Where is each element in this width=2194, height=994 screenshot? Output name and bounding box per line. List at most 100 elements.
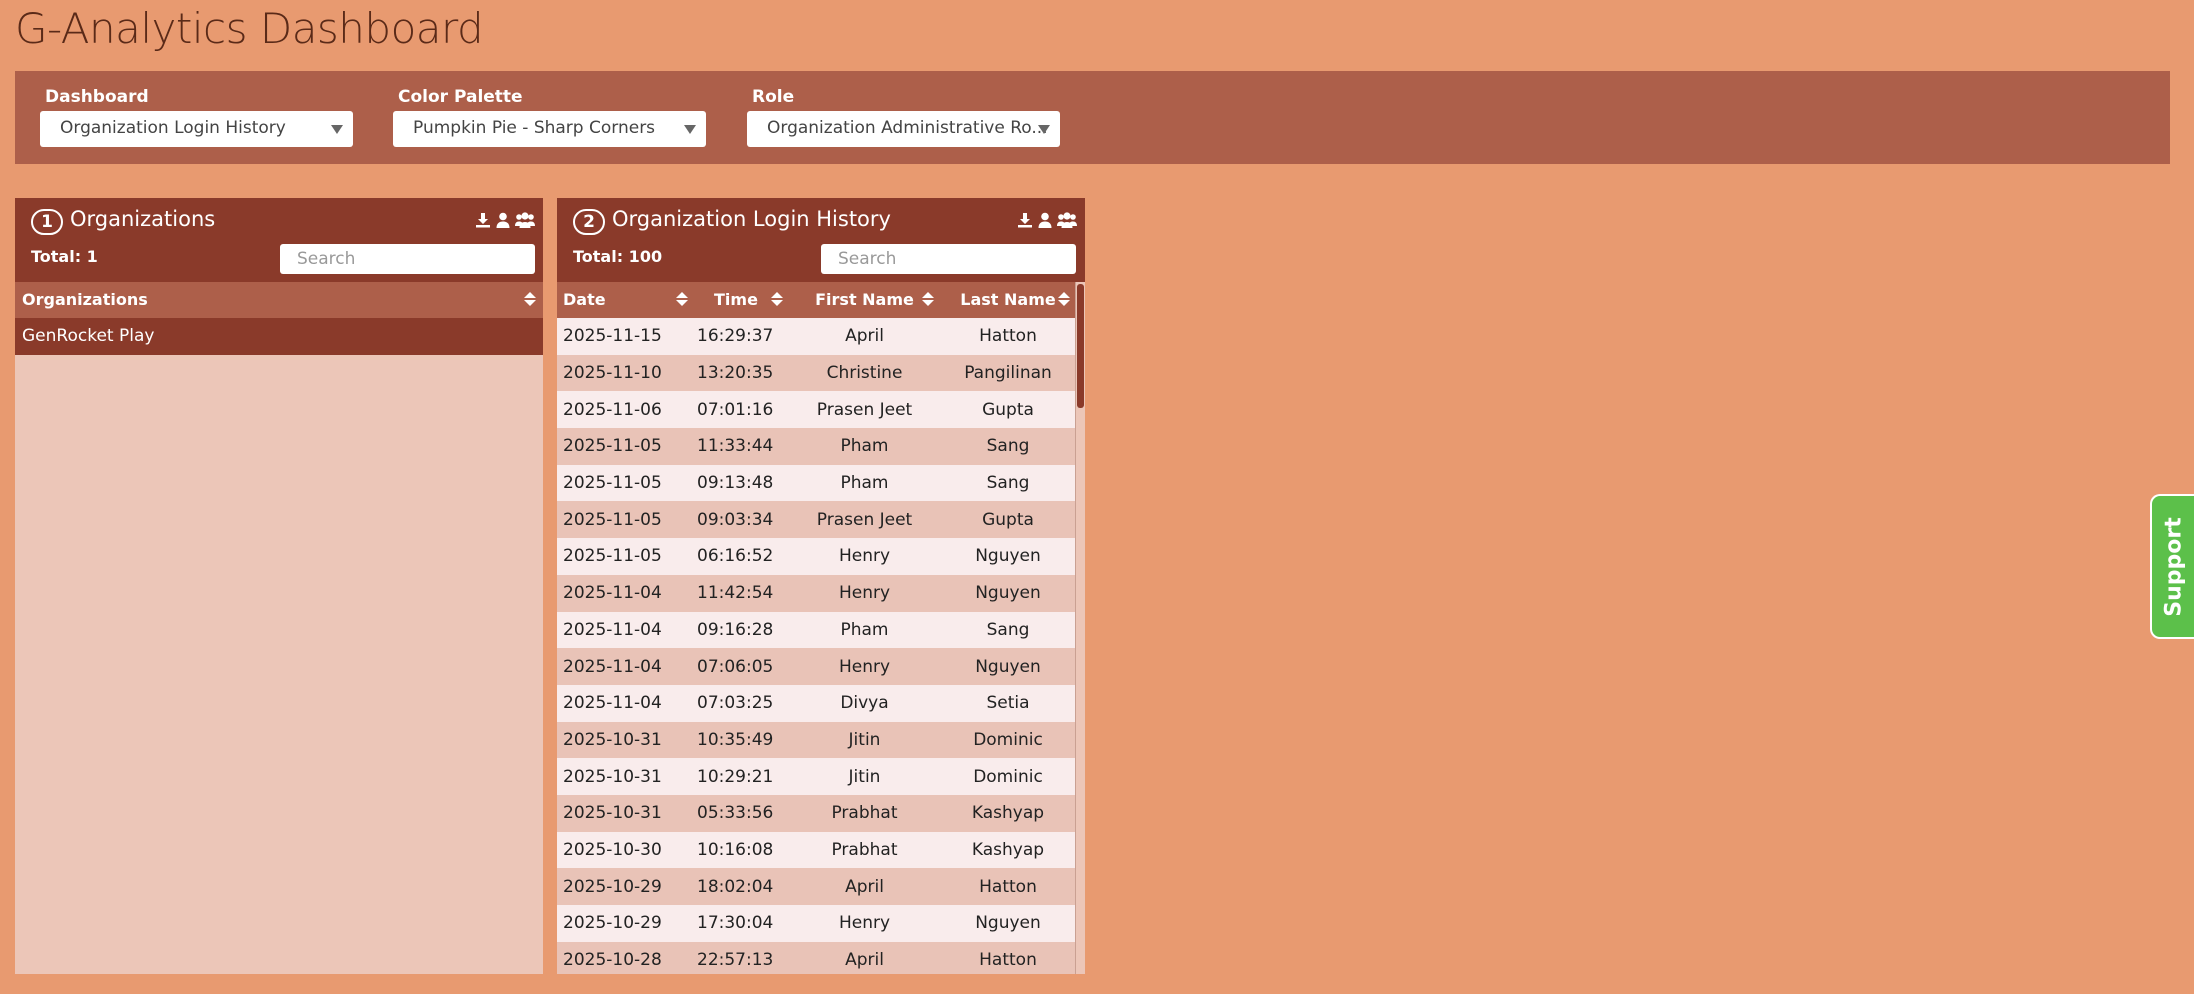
- last-name-cell: Sang: [986, 619, 1030, 640]
- search-input[interactable]: [821, 244, 1076, 274]
- date-cell: 2025-10-29: [563, 876, 662, 897]
- dropdown-arrow-icon: [331, 125, 343, 134]
- login-history-table: Date Time First Name Last Name 2025-11-1…: [557, 282, 1085, 974]
- first-name-cell: April: [845, 876, 884, 897]
- first-name-cell: Pham: [840, 619, 889, 640]
- table-row[interactable]: 2025-11-15 16:29:37 April Hatton: [557, 318, 1076, 355]
- first-name-cell: Pham: [840, 473, 889, 494]
- time-cell: 22:57:13: [697, 950, 774, 971]
- first-name-cell: Henry: [838, 583, 891, 604]
- time-cell: 05:33:56: [697, 803, 774, 824]
- first-name-cell: Christine: [826, 363, 903, 384]
- time-cell: 10:16:08: [697, 839, 774, 860]
- table-row[interactable]: 2025-11-06 07:01:16 Prasen Jeet Gupta: [557, 391, 1076, 429]
- date-cell: 2025-10-31: [563, 766, 662, 787]
- last-name-cell: Kashyap: [971, 839, 1045, 860]
- panel-total: Total: 1: [31, 247, 98, 266]
- date-cell: 2025-11-10: [563, 363, 662, 384]
- table-row[interactable]: 2025-10-30 10:16:08 Prabhat Kashyap: [557, 831, 1076, 869]
- column-header-label: Time: [714, 290, 758, 309]
- panel-number-badge: 2: [573, 209, 605, 235]
- table-body: 2025-11-15 16:29:37 April Hatton 2025-11-10 1…: [557, 318, 1085, 974]
- table-row[interactable]: 2025-11-05 11:33:44 Pham Sang: [557, 428, 1076, 465]
- column-header-organizations[interactable]: Organizations: [15, 282, 543, 318]
- last-name-cell: Dominic: [973, 766, 1043, 787]
- column-header-last-name[interactable]: Last Name: [940, 282, 1076, 318]
- last-name-cell: Gupta: [982, 509, 1034, 530]
- table-row[interactable]: 2025-11-05 09:13:48 Pham Sang: [557, 464, 1076, 502]
- time-cell: 07:06:05: [697, 656, 774, 677]
- time-cell: 09:13:48: [697, 473, 774, 494]
- app-title: G-Analytics Dashboard: [15, 4, 484, 53]
- sort-icon: [676, 292, 688, 306]
- date-cell: 2025-10-28: [563, 950, 662, 971]
- column-header-date[interactable]: Date: [557, 282, 694, 318]
- table-row[interactable]: 2025-10-28 22:57:13 April Hatton: [557, 941, 1076, 974]
- table-row[interactable]: 2025-10-29 18:02:04 April Hatton: [557, 868, 1076, 905]
- first-name-cell: Henry: [838, 913, 891, 934]
- table-row[interactable]: 2025-10-31 05:33:56 Prabhat Kashyap: [557, 794, 1076, 832]
- list-item[interactable]: GenRocket Play: [15, 318, 543, 355]
- time-cell: 07:01:16: [697, 399, 774, 420]
- download-icon[interactable]: [1017, 212, 1033, 228]
- last-name-cell: Hatton: [979, 876, 1037, 897]
- column-header-first-name[interactable]: First Name: [789, 282, 940, 318]
- dashboard-filter: Dashboard Organization Login History: [15, 87, 353, 147]
- first-name-cell: Prasen Jeet: [816, 509, 913, 530]
- table-row[interactable]: 2025-11-10 13:20:35 Christine Pangilinan: [557, 354, 1076, 392]
- palette-filter: Color Palette Pumpkin Pie - Sharp Corner…: [368, 87, 706, 147]
- sort-icon: [771, 292, 783, 306]
- time-cell: 11:33:44: [697, 436, 774, 457]
- first-name-cell: Prabhat: [831, 839, 898, 860]
- table-row[interactable]: 2025-11-05 06:16:52 Henry Nguyen: [557, 538, 1076, 575]
- table-row[interactable]: 2025-10-29 17:30:04 Henry Nguyen: [557, 905, 1076, 942]
- date-cell: 2025-11-05: [563, 436, 662, 457]
- search-input[interactable]: [280, 244, 535, 274]
- table-row[interactable]: 2025-11-04 09:16:28 Pham Sang: [557, 611, 1076, 649]
- date-cell: 2025-10-29: [563, 913, 662, 934]
- support-button[interactable]: Support: [2150, 494, 2194, 639]
- time-cell: 18:02:04: [697, 876, 774, 897]
- date-cell: 2025-11-04: [563, 583, 662, 604]
- scrollbar-thumb[interactable]: [1077, 284, 1084, 408]
- time-cell: 13:20:35: [697, 363, 774, 384]
- palette-select-value: Pumpkin Pie - Sharp Corners: [413, 118, 656, 138]
- dashboard-select[interactable]: Organization Login History: [40, 111, 353, 147]
- table-row[interactable]: 2025-10-31 10:35:49 Jitin Dominic: [557, 721, 1076, 759]
- first-name-cell: April: [845, 326, 884, 347]
- users-icon[interactable]: [515, 212, 535, 228]
- date-cell: 2025-11-04: [563, 693, 662, 714]
- dropdown-arrow-icon: [1038, 125, 1050, 134]
- dashboard-filter-label: Dashboard: [45, 87, 149, 107]
- last-name-cell: Gupta: [982, 399, 1034, 420]
- panel-title: Organization Login History: [612, 207, 891, 231]
- download-icon[interactable]: [475, 212, 491, 228]
- scrollbar[interactable]: [1075, 282, 1085, 974]
- role-select[interactable]: Organization Administrative Ro...: [747, 111, 1060, 147]
- time-cell: 09:16:28: [697, 619, 774, 640]
- user-icon[interactable]: [496, 212, 510, 228]
- table-row[interactable]: 2025-11-04 07:06:05 Henry Nguyen: [557, 648, 1076, 685]
- last-name-cell: Dominic: [973, 729, 1043, 750]
- last-name-cell: Nguyen: [975, 546, 1041, 567]
- table-row[interactable]: 2025-11-04 07:03:25 Divya Setia: [557, 684, 1076, 722]
- column-header-label: Last Name: [960, 290, 1056, 309]
- last-name-cell: Hatton: [979, 950, 1037, 971]
- time-cell: 06:16:52: [697, 546, 774, 567]
- table-row[interactable]: 2025-11-05 09:03:34 Prasen Jeet Gupta: [557, 501, 1076, 539]
- table-row[interactable]: 2025-10-31 10:29:21 Jitin Dominic: [557, 758, 1076, 795]
- palette-select[interactable]: Pumpkin Pie - Sharp Corners: [393, 111, 706, 147]
- user-icon[interactable]: [1038, 212, 1052, 228]
- role-filter: Role Organization Administrative Ro...: [722, 87, 1060, 147]
- table-row[interactable]: 2025-11-04 11:42:54 Henry Nguyen: [557, 574, 1076, 612]
- first-name-cell: Pham: [840, 436, 889, 457]
- last-name-cell: Sang: [986, 473, 1030, 494]
- first-name-cell: Prabhat: [831, 803, 898, 824]
- users-icon[interactable]: [1057, 212, 1077, 228]
- dropdown-arrow-icon: [684, 125, 696, 134]
- filter-bar: Dashboard Organization Login History Col…: [15, 71, 2170, 164]
- role-filter-label: Role: [752, 87, 795, 107]
- sort-icon: [524, 292, 536, 306]
- date-cell: 2025-11-05: [563, 546, 662, 567]
- column-header-time[interactable]: Time: [694, 282, 789, 318]
